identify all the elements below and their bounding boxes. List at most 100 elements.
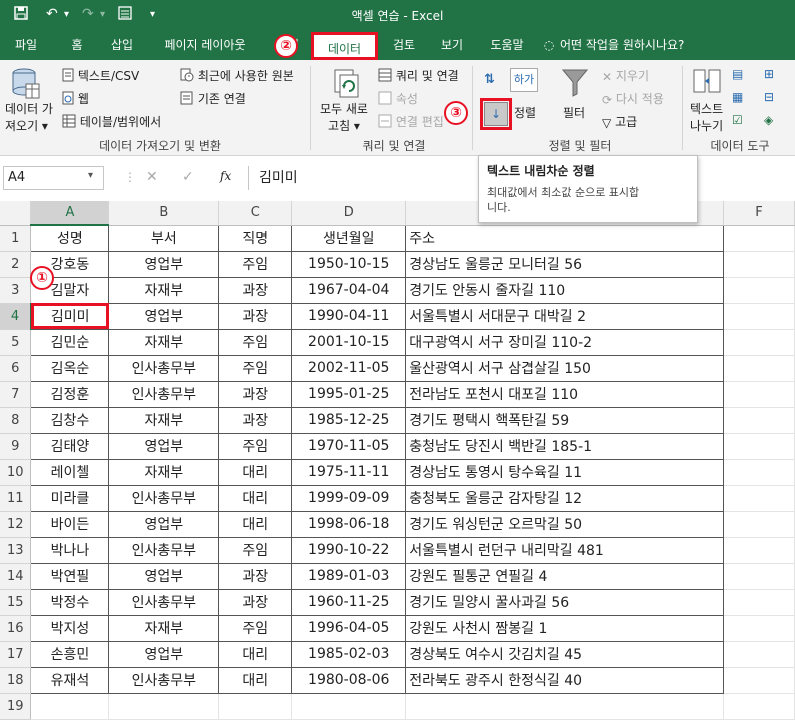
cell[interactable]: 1967-04-04 [291,276,407,304]
cell[interactable]: 과장 [218,276,293,304]
cell[interactable]: 1999-09-09 [291,484,407,512]
row-header[interactable]: 7 [0,381,32,408]
cell[interactable]: 영업부 [108,250,220,278]
flash-fill-button[interactable]: ▤ [732,67,743,81]
cell[interactable]: 미라클 [30,484,110,512]
column-header-c[interactable]: C [218,201,293,226]
cell[interactable] [723,537,795,564]
edit-links-button[interactable]: 연결 편집 [378,113,444,131]
row-header[interactable]: 3 [0,277,32,304]
cell[interactable]: 주임 [218,250,293,278]
text-csv-button[interactable]: 텍스트/CSV [62,67,139,85]
cell[interactable]: 1990-04-11 [291,302,407,330]
cell[interactable]: 대리 [218,640,293,668]
relationships-button[interactable]: ⊟ [764,90,774,104]
queries-connections-button[interactable]: 쿼리 및 연결 [378,67,459,85]
cell[interactable]: 전라북도 광주시 한정식길 40 [405,666,725,694]
cell[interactable] [723,251,795,278]
cell[interactable]: 과장 [218,302,293,330]
cell[interactable]: 1985-12-25 [291,406,407,434]
cell[interactable]: 1975-11-11 [291,458,407,486]
cell[interactable]: 생년월일 [291,224,407,252]
cell[interactable]: 1960-11-25 [291,588,407,616]
cell[interactable]: 1985-02-03 [291,640,407,668]
cell[interactable]: 영업부 [108,302,220,330]
cell[interactable]: 경기도 안동시 줄자길 110 [405,276,725,304]
cell[interactable] [723,433,795,460]
enter-icon[interactable]: ✓ [182,169,194,185]
existing-connections-button[interactable]: 기존 연결 [180,90,246,108]
row-header[interactable]: 19 [0,693,32,720]
cell[interactable]: 강원도 필통군 연필길 4 [405,562,725,590]
cell[interactable]: 1995-01-25 [291,380,407,408]
cell[interactable]: 1990-10-22 [291,536,407,564]
sort-ascending-button[interactable]: ⇅ [484,72,495,87]
cell[interactable]: 서울특별시 서대문구 대박길 2 [405,302,725,330]
cell[interactable] [723,589,795,616]
cell[interactable]: 인사총무부 [108,536,220,564]
cell[interactable] [723,485,795,512]
cell[interactable]: 김민순 [30,328,110,356]
cell[interactable]: 강원도 사천시 짬봉길 1 [405,614,725,642]
cell[interactable]: 김태양 [30,432,110,460]
cell[interactable] [723,381,795,408]
tab-review[interactable]: 검토 [384,30,424,60]
refresh-all-button[interactable]: 모두 새로 고침 ▾ [320,100,368,134]
cell[interactable]: 주임 [218,354,293,382]
cell[interactable]: 영업부 [108,562,220,590]
column-header-f[interactable]: F [723,201,795,226]
cell[interactable]: 박정수 [30,588,110,616]
cell[interactable]: 자재부 [108,614,220,642]
cell[interactable] [723,641,795,668]
cell[interactable]: 충청북도 울릉군 감자탕길 12 [405,484,725,512]
cell[interactable]: 박나나 [30,536,110,564]
cell[interactable]: 과장 [218,562,293,590]
cell[interactable] [30,693,110,720]
tell-me-search[interactable]: 어떤 작업을 원하시나요? [560,30,720,60]
cell[interactable]: 박연필 [30,562,110,590]
cell[interactable]: 바이든 [30,510,110,538]
cell[interactable] [723,225,795,252]
row-header[interactable]: 12 [0,511,32,538]
cell[interactable]: 부서 [108,224,220,252]
cell[interactable] [723,667,795,694]
column-header-b[interactable]: B [108,201,220,226]
tab-help[interactable]: 도움말 [480,30,534,60]
cell[interactable]: 1950-10-15 [291,250,407,278]
cell[interactable]: 대리 [218,458,293,486]
cell[interactable]: 직명 [218,224,293,252]
select-all-corner[interactable] [0,201,32,226]
row-header[interactable]: 2 [0,251,32,278]
cell[interactable]: 경기도 워싱턴군 오르막길 50 [405,510,725,538]
cell[interactable]: 김창수 [30,406,110,434]
cell[interactable]: 대리 [218,510,293,538]
cell[interactable]: 박지성 [30,614,110,642]
cell[interactable] [218,693,293,720]
row-header[interactable]: 17 [0,641,32,668]
row-header[interactable]: 11 [0,485,32,512]
cancel-icon[interactable]: ✕ [146,169,158,185]
data-model-button[interactable]: ◈ [764,113,773,127]
tab-file[interactable]: 파일 [6,30,46,60]
row-header[interactable]: 4 [0,303,32,330]
cell[interactable]: 주임 [218,614,293,642]
cell[interactable]: 영업부 [108,432,220,460]
cell[interactable]: 1989-01-03 [291,562,407,590]
sort-dialog-icon[interactable]: 하가 [510,68,538,92]
row-header[interactable]: 18 [0,667,32,694]
cell[interactable]: 경상남도 통영시 탕수육길 11 [405,458,725,486]
cell[interactable]: 충청남도 당진시 백반길 185-1 [405,432,725,460]
cell[interactable]: 성명 [30,224,110,252]
cell[interactable]: 주임 [218,432,293,460]
cell[interactable]: 전라남도 포천시 대포길 110 [405,380,725,408]
cell[interactable]: 인사총무부 [108,380,220,408]
cell[interactable]: 경기도 밀양시 꿀사과길 56 [405,588,725,616]
cell[interactable] [723,303,795,330]
cell[interactable]: 자재부 [108,276,220,304]
cell[interactable]: 영업부 [108,640,220,668]
properties-button[interactable]: 속성 [378,90,418,108]
cell[interactable] [723,511,795,538]
cell[interactable]: 김정훈 [30,380,110,408]
row-header[interactable]: 14 [0,563,32,590]
recent-sources-button[interactable]: 최근에 사용한 원본 [180,67,294,85]
